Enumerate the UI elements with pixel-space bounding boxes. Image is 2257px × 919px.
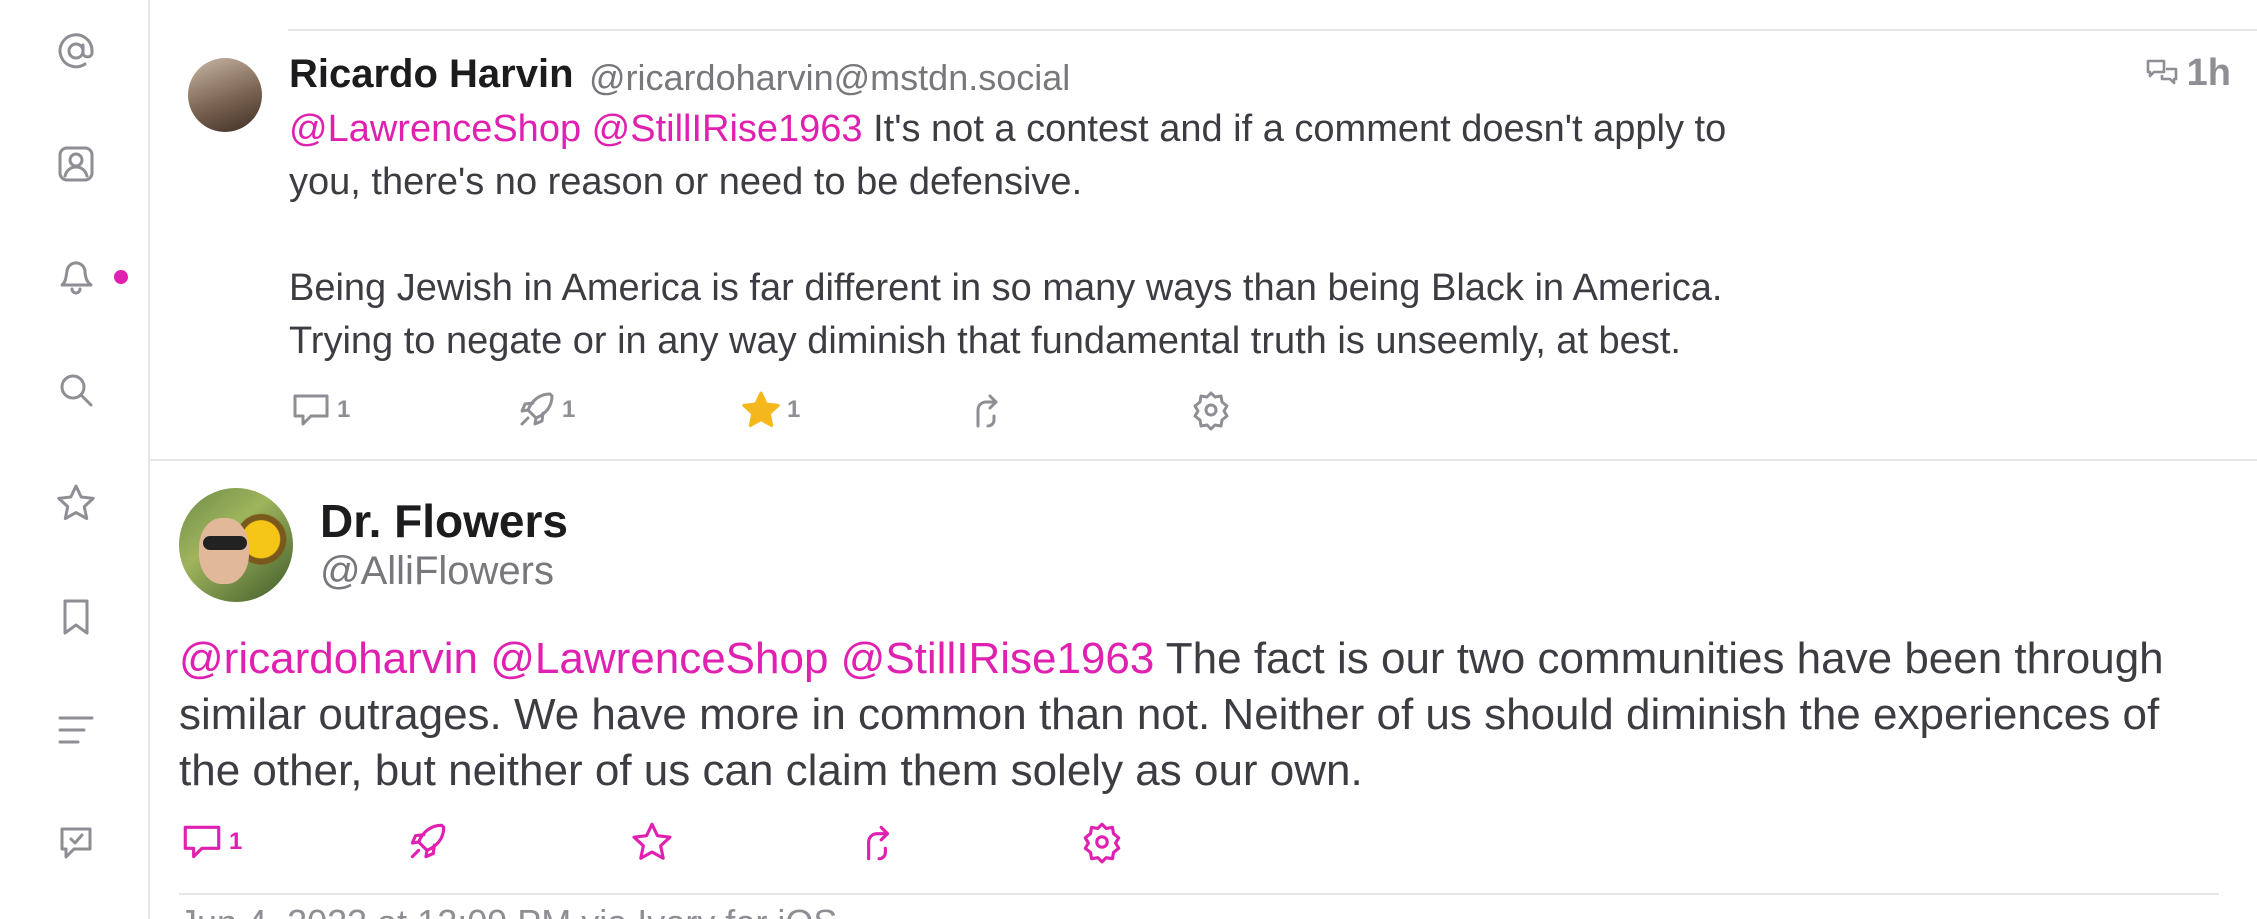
reply-button[interactable]: 1	[289, 384, 350, 436]
sidebar-item-bookmarks[interactable]	[50, 591, 102, 643]
meta-divider	[179, 893, 2219, 895]
post-meta: Jun 4, 2023 at 12:09 PM via Ivory for iO…	[179, 902, 837, 919]
boost-button[interactable]	[404, 816, 450, 868]
search-icon	[60, 374, 93, 407]
content-text: Trying to negate or in any way diminish …	[289, 320, 1681, 362]
more-button[interactable]	[1079, 816, 1125, 868]
post-content: @ricardoharvin @LawrenceShop @StillIRise…	[179, 631, 2249, 799]
sidebar-item-explore[interactable]	[50, 364, 102, 416]
mention-links[interactable]: @ricardoharvin @LawrenceShop @StillIRise…	[179, 634, 1154, 683]
message-icon	[60, 827, 92, 859]
sidebar-item-profile[interactable]	[50, 138, 102, 190]
rocket-icon	[520, 392, 554, 426]
boost-count: 1	[562, 396, 576, 423]
favorite-count: 1	[787, 396, 801, 423]
share-button[interactable]	[854, 816, 900, 868]
post-actions: 1	[179, 816, 1179, 872]
reply-icon	[293, 394, 329, 426]
avatar[interactable]	[188, 58, 262, 132]
post-divider	[150, 459, 2257, 461]
avatar[interactable]	[179, 488, 293, 602]
favorite-button[interactable]	[629, 816, 675, 868]
unread-dot	[114, 270, 128, 284]
display-name[interactable]: Ricardo Harvin	[289, 52, 574, 97]
sidebar	[0, 0, 150, 919]
reply-count: 1	[337, 396, 351, 423]
sidebar-item-notifications[interactable]	[50, 251, 102, 303]
gear-icon	[1193, 391, 1229, 431]
display-name[interactable]: Dr. Flowers	[320, 494, 568, 548]
reply-button[interactable]: 1	[179, 816, 242, 868]
time-label: 1h	[2186, 52, 2231, 94]
content-text: the other, but neither of us can claim t…	[179, 746, 1363, 795]
handle[interactable]: @AlliFlowers	[320, 549, 554, 594]
bookmark-icon	[63, 599, 89, 635]
person-square-icon	[58, 146, 94, 182]
at-icon	[58, 33, 94, 69]
star-icon	[632, 822, 672, 860]
content-text: The fact is our two communities have bee…	[1154, 634, 2164, 683]
star-icon	[57, 484, 95, 520]
top-divider	[288, 29, 2257, 31]
bell-icon	[60, 261, 93, 295]
handle[interactable]: @ricardoharvin@mstdn.social	[589, 57, 1070, 99]
conversation-icon	[2146, 59, 2177, 84]
sidebar-item-messages[interactable]	[50, 817, 102, 869]
boost-button[interactable]: 1	[514, 384, 575, 436]
post-actions: 1 1 1	[289, 384, 1289, 436]
sidebar-item-mentions[interactable]	[50, 25, 102, 77]
list-icon	[58, 716, 94, 744]
mention-links[interactable]: @LawrenceShop @StillIRise1963	[289, 108, 863, 150]
favorite-button[interactable]: 1	[739, 384, 800, 436]
content-text: Being Jewish in America is far different…	[289, 267, 1723, 309]
reply-icon	[183, 825, 221, 859]
gear-icon	[1083, 822, 1121, 864]
content-text: It's not a contest and if a comment does…	[862, 108, 1727, 150]
rocket-icon	[410, 823, 446, 859]
share-icon	[867, 825, 890, 861]
post-time: 1h	[2145, 52, 2231, 95]
sidebar-item-lists[interactable]	[50, 704, 102, 756]
content-text: you, there's no reason or need to be def…	[289, 161, 1083, 203]
content-text: similar outrages. We have more in common…	[179, 690, 2160, 739]
sidebar-item-favorites[interactable]	[50, 477, 102, 529]
reply-count: 1	[229, 828, 243, 855]
star-filled-icon	[742, 391, 780, 427]
more-button[interactable]	[1189, 384, 1233, 436]
share-button[interactable]	[964, 384, 1008, 436]
post-content: @LawrenceShop @StillIRise1963 It's not a…	[289, 103, 2189, 368]
share-icon	[976, 394, 998, 428]
